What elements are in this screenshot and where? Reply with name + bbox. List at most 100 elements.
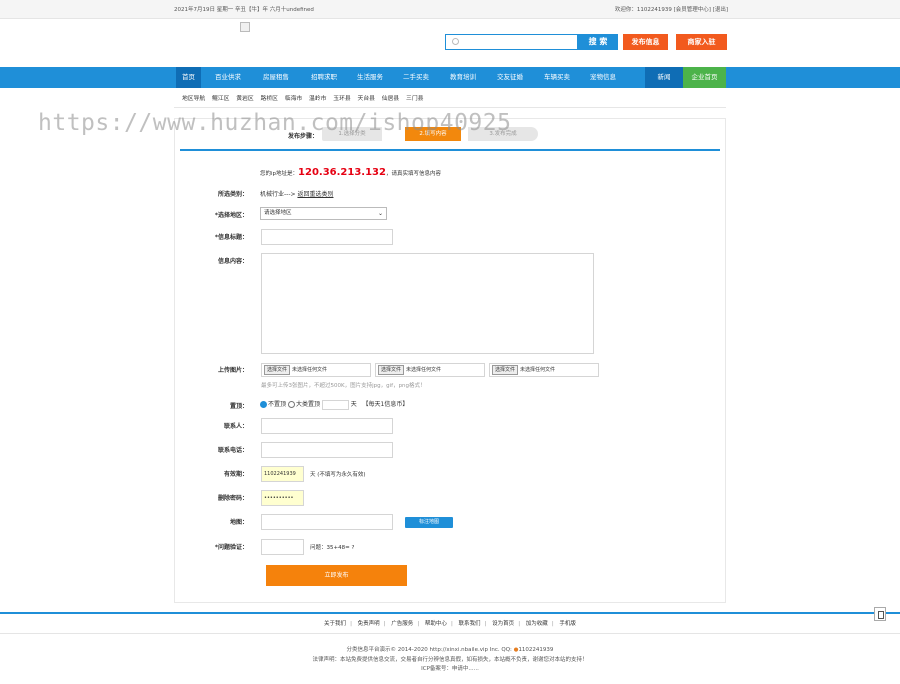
- top-options: 不置顶 大类置顶 天 【每天1信息币】: [260, 399, 408, 410]
- subnav-item[interactable]: 鲲江区: [212, 96, 229, 102]
- footer-link-sethome[interactable]: 设为首页: [492, 621, 514, 627]
- publish-button[interactable]: 发布信息: [623, 34, 668, 50]
- nav-item-vehicles[interactable]: 车辆买卖: [536, 67, 578, 88]
- watermark-text: https://www.huzhan.com/ishop40925: [38, 110, 512, 136]
- valid-input[interactable]: 1102241939: [261, 466, 304, 482]
- subnav-item[interactable]: 温岭市: [309, 96, 326, 102]
- mark-map-button[interactable]: 标注地图: [405, 517, 453, 528]
- copyright-text: 分类信息平台演示© 2014-2020 http://xinxi.nbaile.…: [346, 647, 512, 653]
- title-label: *信息标题：: [214, 234, 248, 241]
- region-subnav: 地区导航 鲲江区 黄岩区 路桥区 临海市 温岭市 玉环县 天台县 仙居县 三门县: [182, 93, 428, 102]
- file-input-2[interactable]: 选择文件 未选择任何文件: [375, 363, 485, 377]
- radio-no-top[interactable]: [260, 401, 267, 408]
- map-label: 地图：: [229, 519, 248, 526]
- subnav-item[interactable]: 三门县: [406, 96, 423, 102]
- nav-item-education[interactable]: 教育培训: [442, 67, 484, 88]
- choose-file-button[interactable]: 选择文件: [492, 365, 519, 375]
- footer-link-contact[interactable]: 联系我们: [459, 621, 481, 627]
- search-button[interactable]: 搜 索: [578, 34, 618, 50]
- nav-item-life[interactable]: 生活服务: [349, 67, 391, 88]
- qq-number[interactable]: 1102241939: [518, 647, 553, 653]
- submit-button[interactable]: 立即发布: [266, 565, 407, 586]
- ip-suffix: ，请真实填写信息内容: [385, 171, 441, 177]
- upload-label: 上传图片：: [217, 367, 248, 374]
- copyright: 分类信息平台演示© 2014-2020 http://xinxi.nbaile.…: [0, 645, 900, 653]
- subnav-item[interactable]: 临海市: [285, 96, 302, 102]
- choose-file-button[interactable]: 选择文件: [264, 365, 291, 375]
- publish-form-panel: [174, 118, 726, 603]
- footer-link-favorite[interactable]: 加为收藏: [526, 621, 548, 627]
- delete-password-label: 删除密码：: [217, 495, 248, 502]
- verify-input[interactable]: [261, 539, 304, 555]
- footer-link-help[interactable]: 帮助中心: [425, 621, 447, 627]
- date-text: 2021年7月19日 星期一 辛丑【牛】年 六月十undefined: [174, 7, 314, 13]
- nav-item-pets[interactable]: 宠物信息: [582, 67, 624, 88]
- file-status: 未选择任何文件: [292, 367, 328, 373]
- nav-item-supply[interactable]: 百业供求: [207, 67, 249, 88]
- valid-label: 有效期：: [223, 471, 248, 478]
- legal-notice: 法律声明：本站免费提供信息交流，交易者自行分辨信息真假，如有损失，本站概不负责，…: [312, 657, 588, 663]
- subnav-item[interactable]: 黄岩区: [236, 96, 253, 102]
- reselect-category-link[interactable]: 返回重选类别: [297, 191, 333, 198]
- nav-item-dating[interactable]: 交友征婚: [489, 67, 531, 88]
- logo-image[interactable]: [240, 22, 250, 32]
- content-textarea[interactable]: [261, 253, 594, 354]
- footer-link-mobile[interactable]: 手机版: [559, 621, 576, 627]
- footer-divider-2: [0, 633, 900, 634]
- map-input[interactable]: [261, 514, 393, 530]
- shop-join-button[interactable]: 商家入驻: [676, 34, 727, 50]
- nav-item-housing[interactable]: 房屋租售: [255, 67, 297, 88]
- nav-item-enterprise[interactable]: 企业首页: [683, 67, 726, 88]
- top-bar: 2021年7月19日 星期一 辛丑【牛】年 六月十undefined 欢迎你：1…: [0, 0, 900, 19]
- category-text: 机械行业--->: [260, 191, 296, 198]
- subnav-item[interactable]: 玉环县: [333, 96, 350, 102]
- welcome-text[interactable]: 欢迎你：1102241939 [会员管理中心] [退出]: [615, 5, 728, 13]
- phone-input[interactable]: [261, 442, 393, 458]
- top-days-input[interactable]: [321, 399, 349, 410]
- nav-item-jobs[interactable]: 招聘求职: [303, 67, 345, 88]
- region-label: *选择地区：: [214, 212, 248, 219]
- ip-address: 120.36.213.132: [298, 167, 386, 178]
- no-top-text: 不置顶: [268, 401, 287, 408]
- search-input[interactable]: [445, 34, 578, 50]
- valid-hint: 天 (不填写为永久有效): [310, 472, 366, 478]
- steps-divider: [180, 149, 720, 151]
- nav-item-home[interactable]: 首页: [176, 67, 201, 88]
- upload-hint: 最多可上传3张图片，不超过500K，图片支持jpg，gif，png格式！: [261, 383, 426, 389]
- subnav-item[interactable]: 路桥区: [261, 96, 278, 102]
- region-select[interactable]: 请选择地区 ⌄: [260, 207, 387, 220]
- footer-link-disclaimer[interactable]: 免责声明: [358, 621, 380, 627]
- contact-label: 联系人：: [223, 423, 248, 430]
- footer-link-ads[interactable]: 广告服务: [391, 621, 413, 627]
- file-input-1[interactable]: 选择文件 未选择任何文件: [261, 363, 371, 377]
- file-status: 未选择任何文件: [520, 367, 556, 373]
- footer-links: 关于我们 | 免责声明 | 广告服务 | 帮助中心 | 联系我们 | 设为首页 | 加为收藏…: [324, 621, 576, 627]
- footer-link-about[interactable]: 关于我们: [324, 621, 346, 627]
- choose-file-button[interactable]: 选择文件: [378, 365, 405, 375]
- radio-category-top[interactable]: [287, 401, 295, 408]
- content-label: 信息内容：: [217, 258, 248, 265]
- nav-item-news[interactable]: 新闻: [645, 67, 683, 88]
- ip-prefix: 您的ip地址是：: [260, 171, 299, 177]
- category-label: 所选类别：: [217, 191, 248, 198]
- category-value: 机械行业---> 返回重选类别: [260, 189, 333, 198]
- icp-number: ICP备案号：申请中......: [421, 666, 479, 672]
- contact-input[interactable]: [261, 418, 393, 434]
- nav-item-secondhand[interactable]: 二手买卖: [395, 67, 437, 88]
- file-input-3[interactable]: 选择文件 未选择任何文件: [489, 363, 599, 377]
- search-icon: [452, 38, 459, 45]
- subnav-item[interactable]: 天台县: [358, 96, 375, 102]
- verify-question: 问题：35+48= ?: [310, 545, 355, 551]
- verify-label: *问题验证：: [214, 544, 248, 551]
- top-days-unit: 天: [350, 401, 357, 408]
- subnav-item[interactable]: 仙居县: [382, 96, 399, 102]
- region-select-value: 请选择地区: [264, 210, 292, 216]
- phone-label: 联系电话：: [217, 447, 248, 454]
- footer-divider: [0, 612, 900, 614]
- title-input[interactable]: [261, 229, 393, 245]
- category-top-text: 大类置顶: [295, 401, 320, 408]
- ip-notice: 您的ip地址是：120.36.213.132，请真实填写信息内容: [260, 167, 441, 178]
- subnav-title: 地区导航: [182, 96, 206, 102]
- chevron-down-icon: ⌄: [377, 210, 383, 217]
- delete-password-input[interactable]: ••••••••••: [261, 490, 304, 506]
